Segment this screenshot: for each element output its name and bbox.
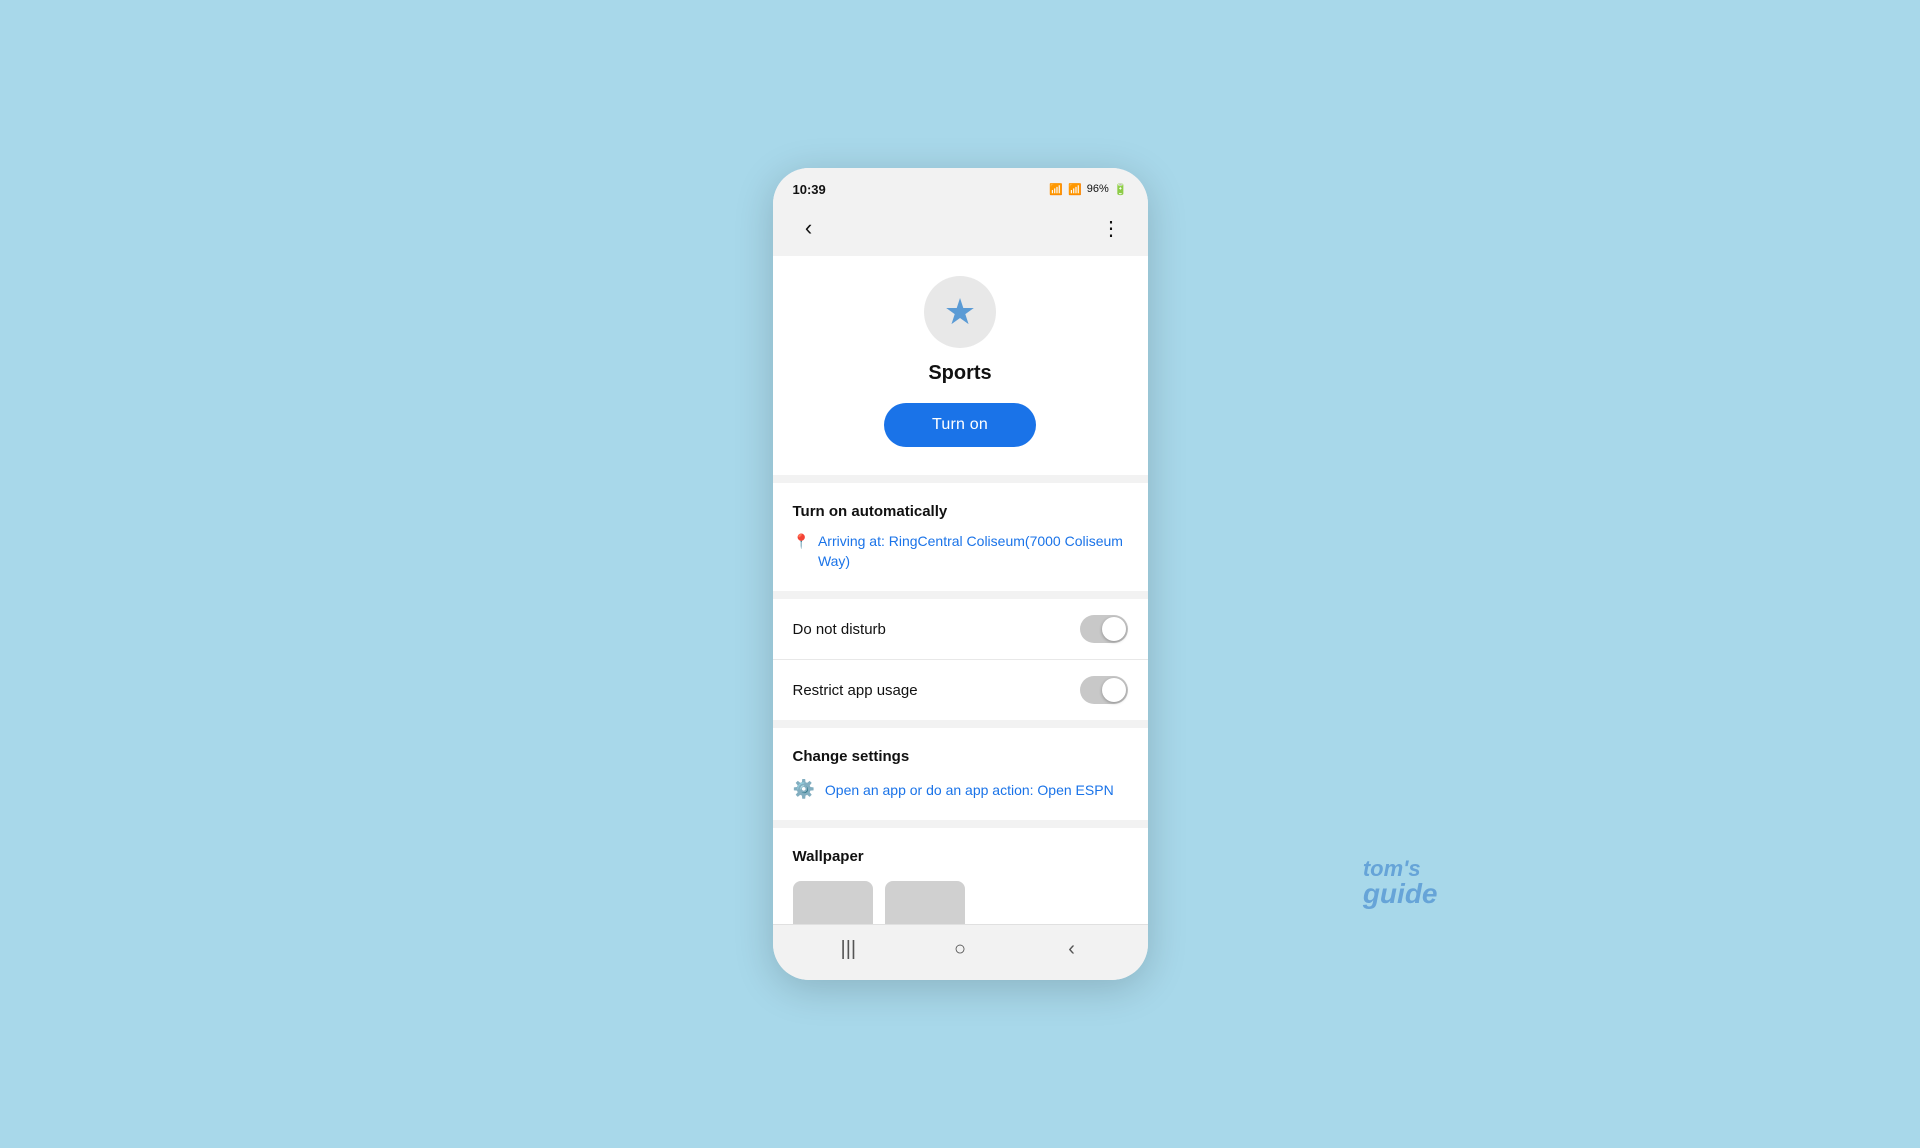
do-not-disturb-toggle[interactable] <box>1080 615 1128 643</box>
restrict-app-usage-label: Restrict app usage <box>793 682 918 699</box>
do-not-disturb-label: Do not disturb <box>793 621 886 638</box>
avatar: ★ <box>924 276 996 348</box>
change-settings-title: Change settings <box>793 748 1128 765</box>
top-nav: ‹ ⋮ <box>773 204 1148 256</box>
star-icon: ★ <box>944 291 976 333</box>
back-chevron-icon: ‹ <box>805 217 812 239</box>
change-settings-card: Change settings ⚙️ Open an app or do an … <box>773 728 1148 820</box>
wallpaper-title: Wallpaper <box>793 848 1128 865</box>
recents-button[interactable]: ||| <box>828 932 868 968</box>
toggles-card: Do not disturb Restrict app usage <box>773 599 1148 720</box>
back-nav-button[interactable]: ‹ <box>1052 932 1092 968</box>
profile-name: Sports <box>928 362 991 385</box>
wifi-icon: 📶 <box>1049 183 1063 196</box>
bottom-nav: ||| ○ ‹ <box>773 924 1148 980</box>
turn-on-automatically-card: Turn on automatically 📍 Arriving at: Rin… <box>773 483 1148 591</box>
more-dots-icon: ⋮ <box>1101 216 1122 241</box>
settings-action-row[interactable]: ⚙️ Open an app or do an app action: Open… <box>793 779 1128 800</box>
home-icon: ○ <box>954 938 966 961</box>
watermark-line1: tom's <box>1363 856 1421 881</box>
restrict-app-usage-toggle[interactable] <box>1080 676 1128 704</box>
location-pin-icon: 📍 <box>793 533 810 550</box>
home-button[interactable]: ○ <box>940 932 980 968</box>
location-row[interactable]: 📍 Arriving at: RingCentral Coliseum(7000… <box>793 532 1128 571</box>
wallpaper-thumb-1[interactable] <box>793 881 873 924</box>
restrict-app-usage-knob <box>1102 678 1126 702</box>
wallpaper-thumb-2[interactable] <box>885 881 965 924</box>
back-button[interactable]: ‹ <box>791 210 827 246</box>
app-action-icon: ⚙️ <box>793 779 815 800</box>
watermark-line2: guide <box>1363 878 1438 910</box>
wallpaper-card: Wallpaper <box>773 828 1148 924</box>
turn-on-automatically-title: Turn on automatically <box>793 503 1128 520</box>
signal-icon: 📶 <box>1068 183 1082 196</box>
phone-frame: 10:39 📶 📶 96% 🔋 ‹ ⋮ ★ Sp <box>773 168 1148 980</box>
location-text: Arriving at: RingCentral Coliseum(7000 C… <box>818 532 1128 571</box>
status-bar: 10:39 📶 📶 96% 🔋 <box>773 168 1148 204</box>
do-not-disturb-row: Do not disturb <box>773 599 1148 659</box>
wallpaper-previews <box>793 881 1128 924</box>
status-icons: 📶 📶 96% 🔋 <box>1049 183 1127 196</box>
battery-icon: 🔋 <box>1114 183 1128 196</box>
do-not-disturb-knob <box>1102 617 1126 641</box>
battery-level: 96% <box>1087 183 1109 195</box>
profile-section: ★ Sports Turn on <box>773 256 1148 475</box>
turn-on-button[interactable]: Turn on <box>884 403 1036 447</box>
more-options-button[interactable]: ⋮ <box>1094 210 1130 246</box>
scroll-content: ★ Sports Turn on Turn on automatically 📍… <box>773 256 1148 924</box>
watermark: tom's guide <box>1363 856 1438 910</box>
status-time: 10:39 <box>793 182 826 197</box>
restrict-app-usage-row: Restrict app usage <box>773 659 1148 720</box>
recents-icon: ||| <box>841 938 857 961</box>
back-nav-icon: ‹ <box>1068 938 1075 961</box>
app-action-text: Open an app or do an app action: Open ES… <box>825 782 1114 798</box>
